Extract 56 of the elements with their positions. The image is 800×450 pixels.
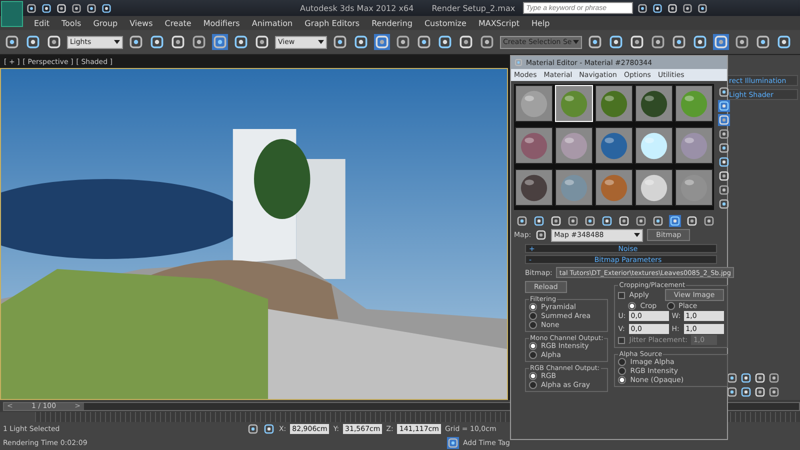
sample-slot[interactable] [635, 127, 673, 164]
radio-button[interactable] [628, 302, 636, 310]
sample-slot[interactable] [595, 85, 633, 122]
material-sphere-icon [520, 174, 548, 202]
menu-item[interactable]: Group [93, 18, 118, 28]
app-title: Autodesk 3ds Max 2012 x64 [300, 4, 414, 12]
menu-item[interactable]: Views [130, 18, 153, 28]
sample-slot[interactable] [675, 169, 713, 206]
material-sphere-icon [560, 132, 588, 160]
sample-slot[interactable] [555, 169, 593, 206]
radio-button[interactable] [618, 376, 626, 384]
radio-button[interactable] [529, 372, 537, 380]
menu-item[interactable]: Create [164, 18, 192, 28]
menu-item[interactable]: Graph Editors [304, 18, 360, 28]
menu-item[interactable]: Modifiers [203, 18, 240, 28]
material-sphere-icon [600, 132, 628, 160]
menu-item[interactable]: Rendering [372, 18, 412, 28]
menu-item[interactable]: Tools [62, 18, 82, 28]
sample-slot[interactable] [555, 127, 593, 164]
material-sphere-icon [640, 90, 668, 118]
radio-button[interactable] [529, 321, 537, 329]
radio-button[interactable] [529, 342, 537, 350]
material-sphere-icon [600, 174, 628, 202]
caret-icon [318, 39, 324, 45]
material-sphere-icon [680, 174, 708, 202]
material-sphere-icon [520, 132, 548, 160]
material-sphere-icon [640, 132, 668, 160]
menu-item[interactable]: Animation [252, 18, 293, 28]
material-sphere-icon [560, 174, 588, 202]
radio-button[interactable] [529, 351, 537, 359]
sample-slot[interactable] [675, 85, 713, 122]
material-sphere-icon [680, 132, 708, 160]
radio-button[interactable] [618, 367, 626, 375]
sample-slot[interactable] [635, 169, 673, 206]
caret-icon [634, 232, 640, 238]
material-sphere-icon [600, 90, 628, 118]
menu-item[interactable]: Edit [34, 18, 50, 28]
radio-button[interactable] [666, 302, 675, 310]
sample-slot[interactable] [515, 85, 553, 122]
sample-slot[interactable] [595, 169, 633, 206]
material-sphere-icon [520, 90, 548, 118]
material-sphere-icon [680, 90, 708, 118]
caret-icon [114, 39, 120, 45]
caret-icon [573, 39, 579, 45]
menu-item[interactable]: Customize [424, 18, 466, 28]
radio-button[interactable] [529, 381, 537, 389]
radio-button[interactable] [618, 358, 626, 366]
material-sphere-icon [640, 174, 668, 202]
radio-button[interactable] [529, 303, 537, 311]
sample-slot[interactable] [675, 127, 713, 164]
menu-item[interactable]: Help [532, 18, 550, 28]
document-name: Render Setup_2.max [432, 4, 516, 12]
radio-button[interactable] [529, 312, 537, 320]
sample-slot[interactable] [515, 127, 553, 164]
material-sphere-icon [560, 90, 588, 118]
menu-item[interactable]: MAXScript [478, 18, 520, 28]
